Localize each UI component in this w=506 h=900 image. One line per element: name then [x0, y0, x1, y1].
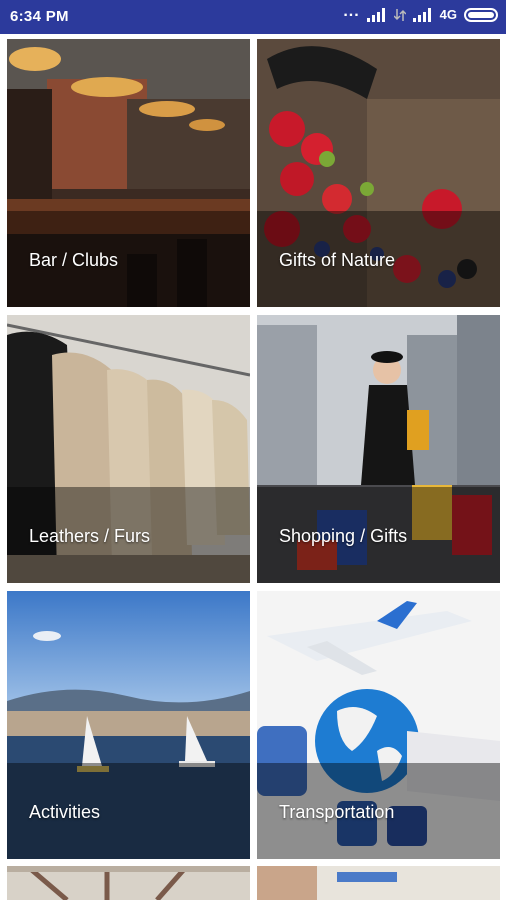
category-label: Bar / Clubs [29, 250, 119, 270]
status-icons: ... 4G [343, 3, 498, 22]
status-bar: 6:34 PM ... 4G [0, 0, 506, 34]
category-tile-partial-left[interactable] [7, 866, 250, 900]
signal-icon [366, 7, 385, 22]
data-transfer-icon [393, 8, 406, 21]
category-label: Gifts of Nature [279, 250, 396, 270]
category-tile-transportation[interactable]: Transportation [257, 591, 500, 859]
category-tile-shopping-gifts[interactable]: Shopping / Gifts [257, 315, 500, 583]
category-label: Shopping / Gifts [279, 526, 408, 546]
more-dots: ... [343, 2, 360, 20]
status-time: 6:34 PM [10, 8, 69, 25]
battery-icon [464, 7, 498, 22]
category-tile-partial-right[interactable] [257, 866, 500, 900]
category-grid: Bar / Clubs Gifts of Nature Leathers / F… [0, 34, 506, 900]
network-type: 4G [439, 7, 457, 22]
category-tile-leathers-furs[interactable]: Leathers / Furs [7, 315, 250, 583]
category-tile-bar-clubs[interactable]: Bar / Clubs [7, 39, 250, 307]
category-tile-gifts-of-nature[interactable]: Gifts of Nature [257, 39, 500, 307]
ceiling-image [7, 866, 250, 900]
category-label: Activities [29, 802, 101, 822]
tickets-image [257, 866, 500, 900]
category-tile-activities[interactable]: Activities [7, 591, 250, 859]
signal-icon-2 [412, 7, 431, 22]
category-label: Transportation [279, 802, 395, 822]
category-label: Leathers / Furs [29, 526, 151, 546]
